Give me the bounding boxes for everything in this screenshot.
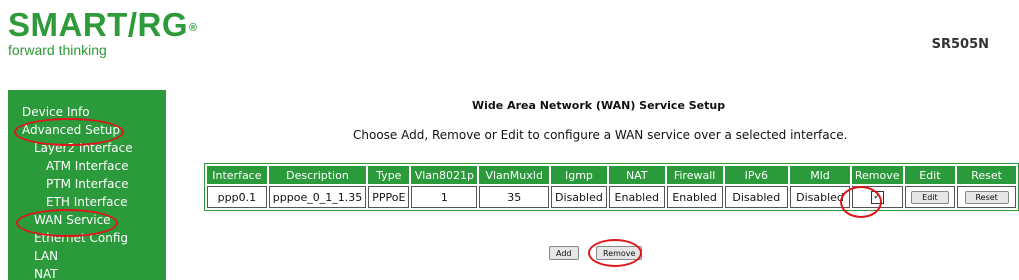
- cell-edit: Edit: [904, 186, 956, 208]
- col-nat: NAT: [608, 166, 665, 184]
- col-type: Type: [368, 166, 410, 184]
- cell-firewall: Enabled: [666, 186, 723, 208]
- brand-name: SMART/RG®: [8, 6, 198, 43]
- cell-type: PPPoE: [368, 186, 410, 208]
- sidebar-item-wan-service[interactable]: WAN Service: [34, 213, 111, 227]
- cell-ipv6: Disabled: [724, 186, 789, 208]
- col-remove: Remove: [851, 166, 903, 184]
- brand-tagline: forward thinking: [8, 42, 107, 58]
- col-vlanmuxid: VlanMuxId: [479, 166, 550, 184]
- cell-remove: ✓: [851, 186, 903, 208]
- cell-nat: Enabled: [608, 186, 665, 208]
- col-reset: Reset: [957, 166, 1016, 184]
- remove-button[interactable]: Remove: [596, 246, 643, 260]
- page-subtitle: Choose Add, Remove or Edit to configure …: [353, 128, 848, 142]
- edit-button[interactable]: Edit: [910, 191, 949, 204]
- col-edit: Edit: [904, 166, 956, 184]
- sidebar-item-device-info[interactable]: Device Info: [22, 105, 90, 119]
- col-firewall: Firewall: [666, 166, 723, 184]
- col-interface: Interface: [207, 166, 267, 184]
- sidebar-item-ethernet-config[interactable]: Ethernet Config: [34, 231, 128, 245]
- col-mld: Mld: [790, 166, 850, 184]
- model-name: SR505N: [931, 37, 989, 52]
- brand-logo: SMART/RG® forward thinking: [8, 6, 198, 59]
- table-header-row: Interface Description Type Vlan8021p Vla…: [207, 166, 1016, 184]
- sidebar-item-layer2-interface[interactable]: Layer2 Interface: [34, 141, 133, 155]
- col-vlan8021p: Vlan8021p: [411, 166, 478, 184]
- cell-interface: ppp0.1: [207, 186, 267, 208]
- cell-igmp: Disabled: [551, 186, 607, 208]
- col-ipv6: IPv6: [724, 166, 789, 184]
- table-row: ppp0.1 pppoe_0_1_1.35 PPPoE 1 35 Disable…: [207, 186, 1016, 208]
- cell-mld: Disabled: [790, 186, 850, 208]
- sidebar-nav: Device Info Advanced Setup Layer2 Interf…: [8, 90, 166, 280]
- cell-reset: Reset: [957, 186, 1016, 208]
- cell-vlan8021p: 1: [411, 186, 478, 208]
- page-title: Wide Area Network (WAN) Service Setup: [472, 99, 726, 112]
- sidebar-item-eth-interface[interactable]: ETH Interface: [46, 195, 127, 209]
- remove-checkbox[interactable]: ✓: [870, 190, 884, 204]
- reset-button[interactable]: Reset: [964, 191, 1009, 204]
- col-igmp: Igmp: [551, 166, 607, 184]
- col-description: Description: [268, 166, 367, 184]
- sidebar-item-lan[interactable]: LAN: [34, 249, 58, 263]
- add-button[interactable]: Add: [549, 246, 579, 260]
- wan-service-table: Interface Description Type Vlan8021p Vla…: [204, 163, 1019, 211]
- sidebar-item-advanced-setup[interactable]: Advanced Setup: [22, 123, 120, 137]
- cell-description: pppoe_0_1_1.35: [268, 186, 367, 208]
- sidebar-item-atm-interface[interactable]: ATM Interface: [46, 159, 129, 173]
- sidebar-item-ptm-interface[interactable]: PTM Interface: [46, 177, 128, 191]
- cell-vlanmuxid: 35: [479, 186, 550, 208]
